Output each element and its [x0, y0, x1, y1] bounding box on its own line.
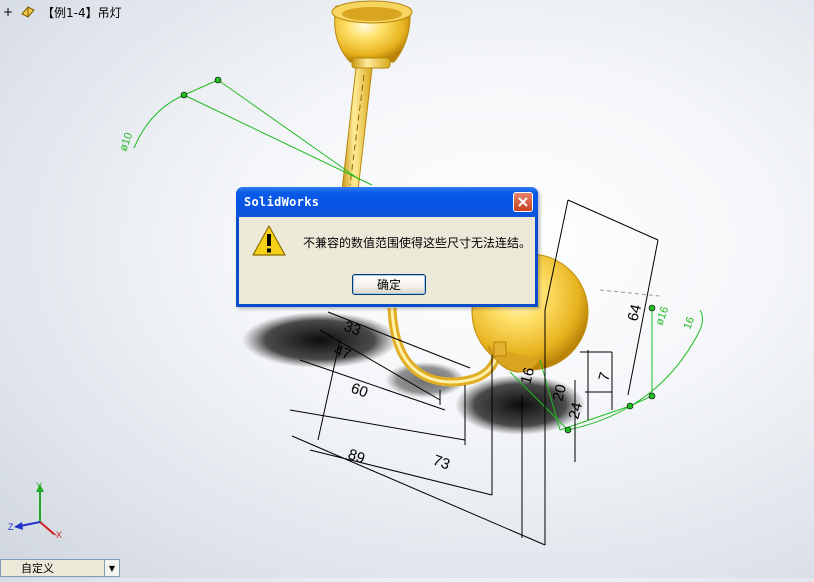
view-orientation-select[interactable]: 自定义 ▼	[0, 559, 120, 577]
sketch-point[interactable]	[626, 402, 634, 410]
close-button[interactable]	[513, 192, 533, 212]
chevron-down-icon[interactable]: ▼	[104, 560, 119, 576]
sketch-point[interactable]	[180, 91, 188, 99]
warning-icon	[251, 223, 287, 263]
sketch-point[interactable]	[564, 426, 572, 434]
diameter-label[interactable]: ø10	[118, 131, 136, 153]
dialog-body: 不兼容的数值范围使得这些尺寸无法连结。 确定	[239, 217, 535, 304]
sketch-point[interactable]	[214, 76, 222, 84]
view-orientation-value: 自定义	[21, 562, 54, 575]
cast-shadow	[455, 375, 585, 435]
triad-y-label: Y	[36, 481, 42, 491]
part-title[interactable]: 【例1-4】吊灯	[42, 4, 122, 21]
dimension-7[interactable]: 7	[595, 371, 614, 383]
close-icon	[518, 197, 528, 207]
message-dialog: SolidWorks 不兼容的数值范围使得这些尺寸无法连结。 确定	[236, 187, 538, 307]
dimension-89[interactable]: 89	[346, 446, 367, 468]
reference-triad: Y Z X	[4, 480, 64, 544]
dialog-titlebar[interactable]: SolidWorks	[236, 187, 538, 217]
part-icon[interactable]	[20, 4, 36, 21]
diameter-label[interactable]: ø16	[654, 305, 672, 327]
sketch-point[interactable]	[648, 392, 656, 400]
sketch-point[interactable]	[648, 304, 656, 312]
dialog-message: 不兼容的数值范围使得这些尺寸无法连结。	[303, 236, 532, 250]
expand-toggle[interactable]: +	[2, 5, 14, 19]
dimension-73[interactable]: 73	[431, 452, 452, 474]
dialog-title: SolidWorks	[244, 195, 320, 209]
feature-tree-header: + 【例1-4】吊灯	[2, 2, 122, 22]
cast-shadow	[242, 312, 398, 368]
lamp-cup[interactable]	[331, 0, 413, 69]
ok-button[interactable]: 确定	[352, 274, 426, 295]
triad-z-label: Z	[8, 522, 14, 532]
triad-x-label: X	[56, 530, 62, 540]
diameter-label[interactable]: 16	[682, 315, 697, 331]
